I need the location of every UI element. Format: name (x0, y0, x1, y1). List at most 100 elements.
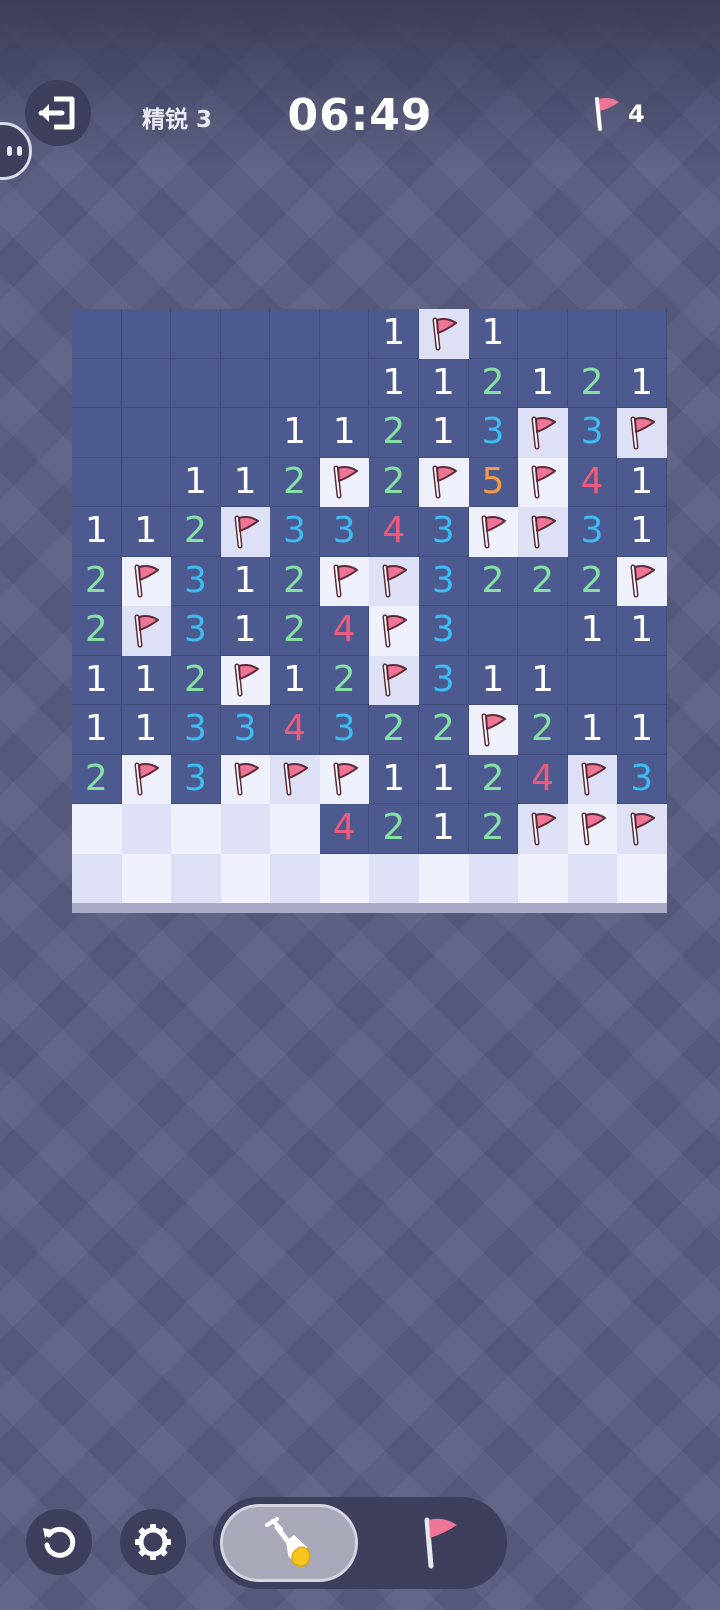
number-cell[interactable]: 3 (220, 705, 271, 755)
empty-cell[interactable] (121, 309, 172, 359)
number-cell[interactable]: 2 (518, 556, 568, 606)
covered-cell[interactable] (270, 853, 320, 903)
empty-cell[interactable] (220, 358, 271, 408)
number-cell[interactable]: 3 (319, 507, 370, 557)
flagged-cell[interactable] (518, 804, 568, 854)
flagged-cell[interactable] (369, 655, 420, 705)
flagged-cell[interactable] (419, 309, 469, 359)
number-cell[interactable]: 2 (567, 556, 618, 606)
number-cell[interactable]: 2 (518, 705, 568, 755)
number-cell[interactable]: 2 (369, 705, 420, 755)
number-cell[interactable]: 1 (617, 358, 667, 408)
empty-cell[interactable] (617, 655, 667, 705)
flagged-cell[interactable] (319, 457, 370, 507)
empty-cell[interactable] (171, 408, 221, 458)
number-cell[interactable]: 3 (171, 556, 221, 606)
number-cell[interactable]: 1 (220, 457, 271, 507)
number-cell[interactable]: 1 (419, 754, 469, 804)
number-cell[interactable]: 1 (369, 358, 420, 408)
number-cell[interactable]: 1 (617, 705, 667, 755)
flagged-cell[interactable] (270, 754, 320, 804)
number-cell[interactable]: 3 (567, 507, 618, 557)
empty-cell[interactable] (72, 358, 122, 408)
covered-cell[interactable] (121, 853, 172, 903)
flagged-cell[interactable] (419, 457, 469, 507)
number-cell[interactable]: 1 (72, 655, 122, 705)
covered-cell[interactable] (617, 853, 667, 903)
flagged-cell[interactable] (220, 754, 271, 804)
number-cell[interactable]: 4 (369, 507, 420, 557)
covered-cell[interactable] (319, 853, 370, 903)
empty-cell[interactable] (171, 309, 221, 359)
empty-cell[interactable] (518, 606, 568, 656)
flagged-cell[interactable] (369, 606, 420, 656)
number-cell[interactable]: 1 (567, 606, 618, 656)
number-cell[interactable]: 4 (518, 754, 568, 804)
flagged-cell[interactable] (220, 655, 271, 705)
empty-cell[interactable] (567, 309, 618, 359)
number-cell[interactable]: 1 (518, 358, 568, 408)
number-cell[interactable]: 1 (518, 655, 568, 705)
number-cell[interactable]: 2 (468, 556, 519, 606)
flagged-cell[interactable] (567, 804, 618, 854)
number-cell[interactable]: 2 (72, 754, 122, 804)
number-cell[interactable]: 4 (567, 457, 618, 507)
number-cell[interactable]: 1 (567, 705, 618, 755)
empty-cell[interactable] (72, 309, 122, 359)
number-cell[interactable]: 1 (270, 655, 320, 705)
flag-mode-button[interactable] (381, 1504, 499, 1582)
empty-cell[interactable] (121, 457, 172, 507)
number-cell[interactable]: 1 (419, 804, 469, 854)
dig-mode-button[interactable] (220, 1504, 358, 1582)
number-cell[interactable]: 1 (617, 507, 667, 557)
number-cell[interactable]: 1 (369, 309, 420, 359)
number-cell[interactable]: 1 (419, 358, 469, 408)
empty-cell[interactable] (121, 358, 172, 408)
number-cell[interactable]: 2 (567, 358, 618, 408)
flagged-cell[interactable] (468, 705, 519, 755)
number-cell[interactable]: 3 (419, 655, 469, 705)
number-cell[interactable]: 4 (319, 606, 370, 656)
empty-cell[interactable] (617, 309, 667, 359)
empty-cell[interactable] (270, 358, 320, 408)
flagged-cell[interactable] (121, 556, 172, 606)
flagged-cell[interactable] (319, 754, 370, 804)
settings-button[interactable] (120, 1509, 186, 1575)
number-cell[interactable]: 2 (369, 457, 420, 507)
empty-cell[interactable] (220, 408, 271, 458)
number-cell[interactable]: 2 (72, 606, 122, 656)
empty-cell[interactable] (72, 457, 122, 507)
flagged-cell[interactable] (617, 804, 667, 854)
covered-cell[interactable] (518, 853, 568, 903)
number-cell[interactable]: 2 (270, 556, 320, 606)
empty-cell[interactable] (220, 309, 271, 359)
number-cell[interactable]: 2 (270, 457, 320, 507)
empty-cell[interactable] (319, 309, 370, 359)
number-cell[interactable]: 1 (319, 408, 370, 458)
covered-cell[interactable] (270, 804, 320, 854)
flagged-cell[interactable] (468, 507, 519, 557)
number-cell[interactable]: 1 (121, 705, 172, 755)
number-cell[interactable]: 4 (319, 804, 370, 854)
number-cell[interactable]: 2 (468, 358, 519, 408)
empty-cell[interactable] (270, 309, 320, 359)
number-cell[interactable]: 3 (270, 507, 320, 557)
flagged-cell[interactable] (617, 556, 667, 606)
covered-cell[interactable] (171, 804, 221, 854)
covered-cell[interactable] (419, 853, 469, 903)
number-cell[interactable]: 4 (270, 705, 320, 755)
number-cell[interactable]: 3 (468, 408, 519, 458)
number-cell[interactable]: 2 (171, 507, 221, 557)
number-cell[interactable]: 3 (419, 556, 469, 606)
covered-cell[interactable] (72, 853, 122, 903)
number-cell[interactable]: 2 (72, 556, 122, 606)
flagged-cell[interactable] (518, 408, 568, 458)
covered-cell[interactable] (121, 804, 172, 854)
number-cell[interactable]: 2 (419, 705, 469, 755)
number-cell[interactable]: 3 (319, 705, 370, 755)
flagged-cell[interactable] (121, 606, 172, 656)
covered-cell[interactable] (220, 804, 271, 854)
number-cell[interactable]: 1 (468, 655, 519, 705)
number-cell[interactable]: 3 (419, 507, 469, 557)
number-cell[interactable]: 2 (468, 804, 519, 854)
